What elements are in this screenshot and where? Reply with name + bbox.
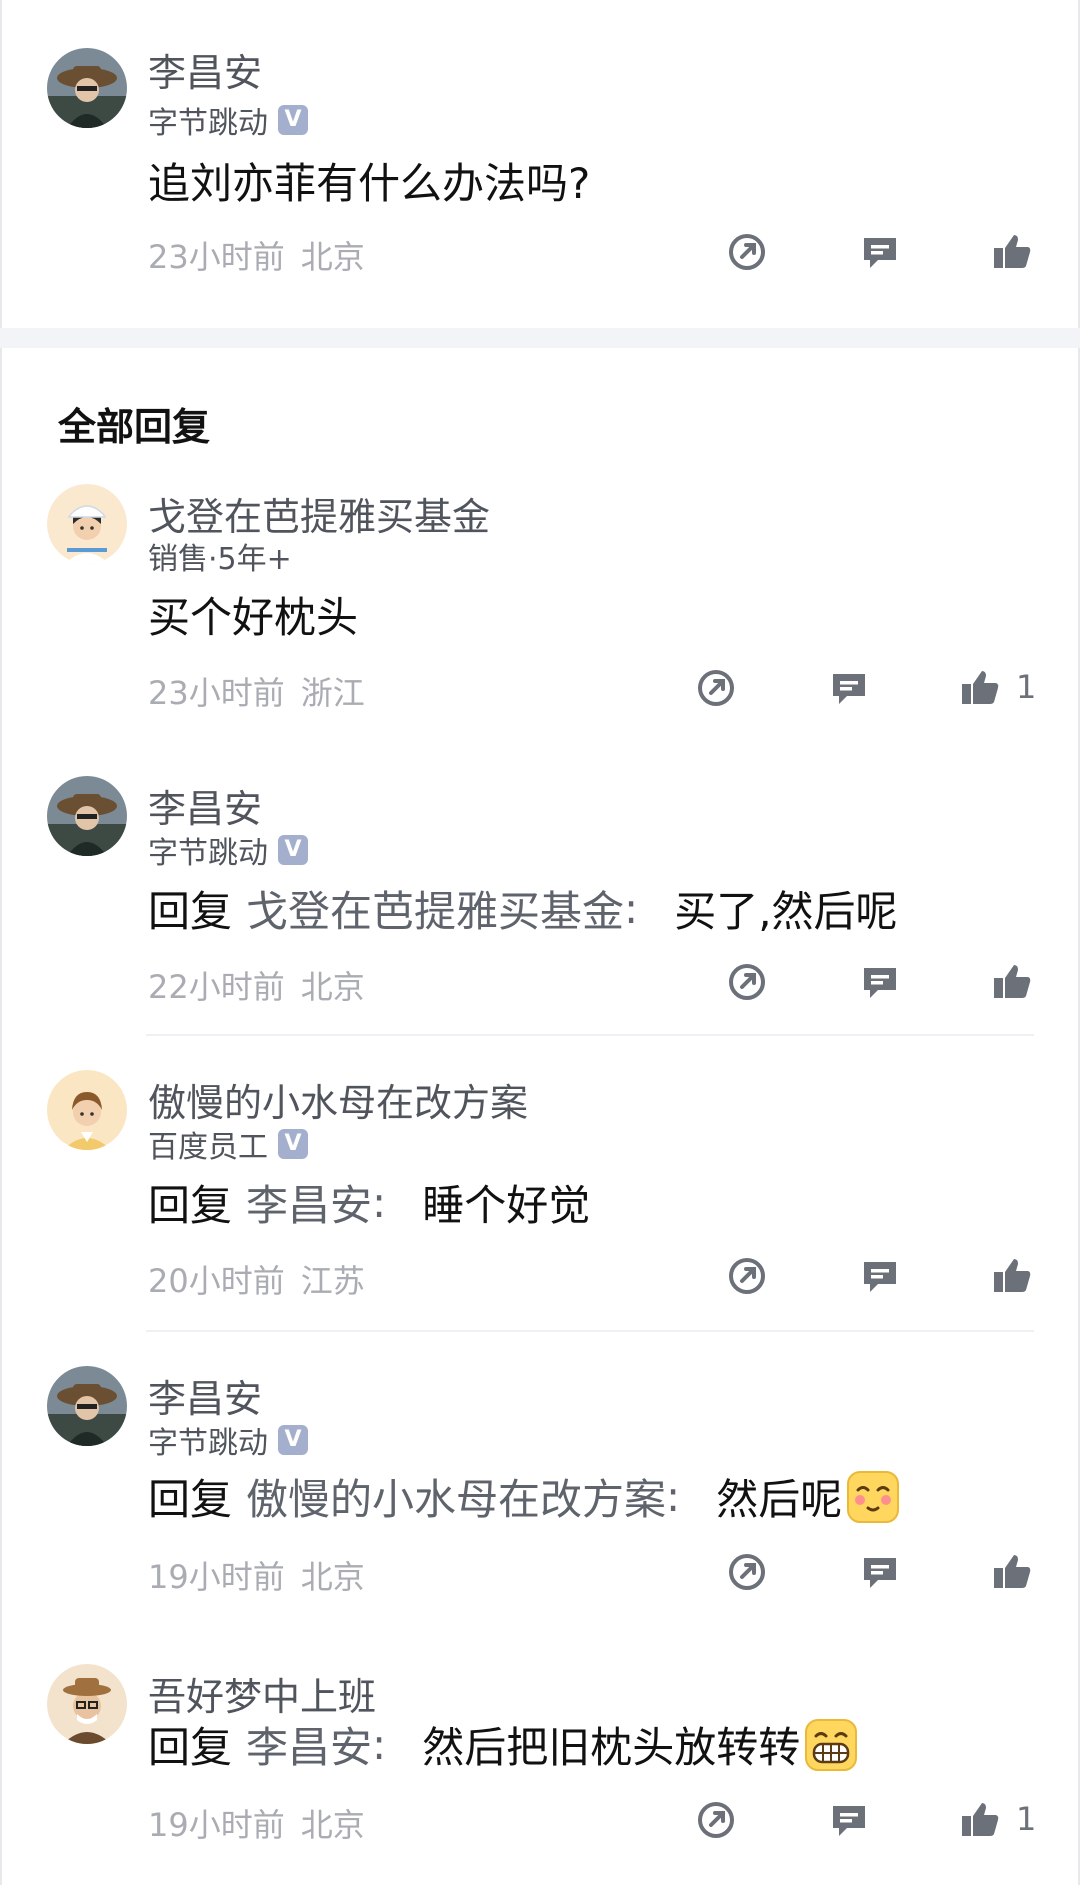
thumbs-up-icon[interactable] xyxy=(990,230,1034,274)
reply-text: 然后把旧枕头放转转 xyxy=(422,1723,801,1772)
separator xyxy=(146,1330,1034,1332)
reply-target-name[interactable]: 戈登在芭提雅买基金 xyxy=(246,878,624,939)
avatar[interactable] xyxy=(47,1664,127,1744)
company-label: 字节跳动 xyxy=(148,836,268,871)
comment-meta: 23小时前 北京 xyxy=(148,232,365,278)
author-company: 字节跳动 V xyxy=(148,828,308,872)
comment-time: 23小时前 xyxy=(148,238,285,276)
thumbs-up-icon[interactable] xyxy=(958,1798,1002,1842)
reply-location: 北京 xyxy=(300,968,365,1006)
comment-icon[interactable] xyxy=(827,1798,871,1842)
author-name[interactable]: 李昌安 xyxy=(148,1368,262,1423)
reply-time: 19小时前 xyxy=(148,1558,285,1596)
share-icon[interactable] xyxy=(725,230,769,274)
reply-colon: : xyxy=(372,1178,387,1227)
company-label: 百度员工 xyxy=(148,1130,268,1165)
author-name[interactable]: 李昌安 xyxy=(148,42,262,97)
share-icon[interactable] xyxy=(725,960,769,1004)
reply-location: 北京 xyxy=(300,1558,365,1596)
replies-section-title: 全部回复 xyxy=(58,405,211,449)
separator xyxy=(146,1034,1034,1036)
reply-target-name[interactable]: 傲慢的小水母在改方案 xyxy=(246,1466,666,1527)
avatar[interactable] xyxy=(47,1070,127,1150)
reply-meta: 23小时前 浙江 xyxy=(148,668,365,714)
reply-text-line: 回复 李昌安: 然后把旧枕头放转转 xyxy=(148,1714,858,1775)
reply-text: 睡个好觉 xyxy=(422,1181,591,1230)
thumbs-up-icon[interactable] xyxy=(990,1550,1034,1594)
reply-colon: : xyxy=(624,884,639,933)
reply-text-line: 回复 傲慢的小水母在改方案: 然后呢 xyxy=(148,1466,900,1527)
reply-time: 20小时前 xyxy=(148,1262,285,1300)
author-name[interactable]: 李昌安 xyxy=(148,778,262,833)
reply-location: 浙江 xyxy=(300,674,365,712)
avatar[interactable] xyxy=(47,48,127,128)
verified-icon: V xyxy=(278,105,308,135)
reply-location: 北京 xyxy=(300,1806,365,1844)
verified-icon: V xyxy=(278,1129,308,1159)
comment-icon[interactable] xyxy=(858,230,902,274)
avatar[interactable] xyxy=(47,1366,127,1446)
share-icon[interactable] xyxy=(694,666,738,710)
comment-icon[interactable] xyxy=(858,1550,902,1594)
thumbs-up-icon[interactable] xyxy=(990,1254,1034,1298)
author-name[interactable]: 吾好梦中上班 xyxy=(148,1666,376,1721)
comment-location: 北京 xyxy=(300,238,365,276)
comment-text: 追刘亦菲有什么办法吗? xyxy=(148,159,591,208)
author-company: 百度员工 V xyxy=(148,1122,308,1166)
reply-location: 江苏 xyxy=(300,1262,365,1300)
author-name[interactable]: 傲慢的小水母在改方案 xyxy=(148,1072,528,1127)
author-name[interactable]: 戈登在芭提雅买基金 xyxy=(148,486,490,541)
reply-keyword: 回复 xyxy=(148,1181,233,1230)
reply-meta: 20小时前 江苏 xyxy=(148,1256,365,1302)
blush-emoji-icon xyxy=(846,1470,900,1524)
reply-colon: : xyxy=(666,1472,681,1521)
reply-keyword: 回复 xyxy=(148,1475,233,1524)
reply-time: 19小时前 xyxy=(148,1806,285,1844)
like-count: 1 xyxy=(1016,1800,1037,1838)
company-label: 字节跳动 xyxy=(148,106,268,141)
reply-keyword: 回复 xyxy=(148,887,233,936)
verified-icon: V xyxy=(278,835,308,865)
section-divider xyxy=(0,328,1080,348)
reply-colon: : xyxy=(372,1720,387,1769)
like-count: 1 xyxy=(1016,668,1037,706)
reply-keyword: 回复 xyxy=(148,1723,233,1772)
reply-time: 22小时前 xyxy=(148,968,285,1006)
avatar[interactable] xyxy=(47,776,127,856)
reply-text: 然后呢 xyxy=(716,1475,843,1524)
thumbs-up-icon[interactable] xyxy=(990,960,1034,1004)
author-company: 字节跳动 V xyxy=(148,98,308,142)
grin-emoji-icon xyxy=(804,1718,858,1772)
company-label: 字节跳动 xyxy=(148,1426,268,1461)
reply-target-name[interactable]: 李昌安 xyxy=(246,1714,372,1775)
reply-text-line: 回复 戈登在芭提雅买基金: 买了,然后呢 xyxy=(148,878,898,939)
reply-meta: 19小时前 北京 xyxy=(148,1800,365,1846)
share-icon[interactable] xyxy=(725,1254,769,1298)
share-icon[interactable] xyxy=(694,1798,738,1842)
avatar[interactable] xyxy=(47,484,127,564)
comment-icon[interactable] xyxy=(858,1254,902,1298)
left-frame xyxy=(0,0,2,1885)
share-icon[interactable] xyxy=(725,1550,769,1594)
reply-meta: 19小时前 北京 xyxy=(148,1552,365,1598)
reply-text: 买了,然后呢 xyxy=(674,887,898,936)
thumbs-up-icon[interactable] xyxy=(958,666,1002,710)
reply-text-line: 回复 李昌安: 睡个好觉 xyxy=(148,1172,590,1233)
verified-icon: V xyxy=(278,1425,308,1455)
reply-target-name[interactable]: 李昌安 xyxy=(246,1172,372,1233)
author-company: 字节跳动 V xyxy=(148,1418,308,1462)
reply-text: 买个好枕头 xyxy=(148,593,359,642)
reply-meta: 22小时前 北京 xyxy=(148,962,365,1008)
comment-icon[interactable] xyxy=(858,960,902,1004)
author-title: 销售·5年+ xyxy=(148,542,292,577)
reply-time: 23小时前 xyxy=(148,674,285,712)
comment-icon[interactable] xyxy=(827,666,871,710)
